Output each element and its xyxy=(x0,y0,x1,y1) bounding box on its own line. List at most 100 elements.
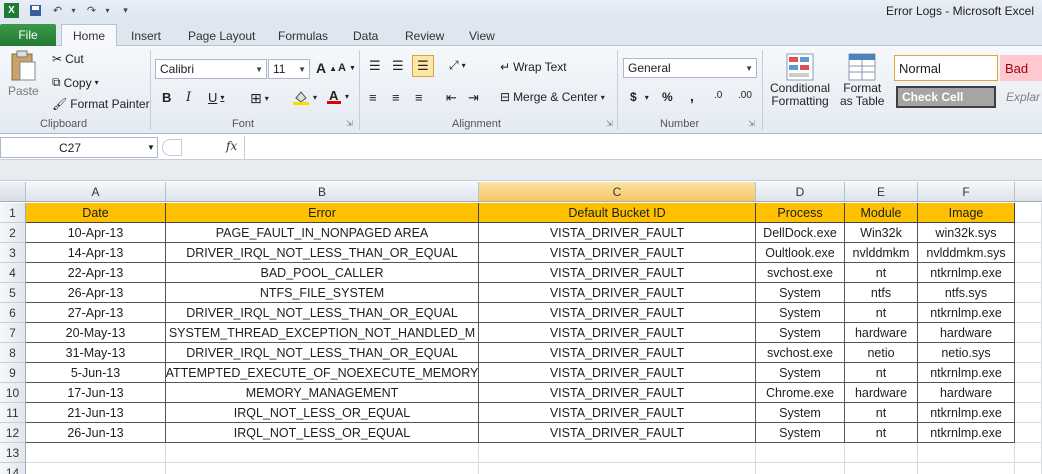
column-header-a[interactable]: A xyxy=(26,182,166,202)
empty-cell[interactable] xyxy=(166,463,479,474)
table-cell-error[interactable]: NTFS_FILE_SYSTEM xyxy=(166,283,479,303)
redo-dropdown-icon[interactable]: ▾ xyxy=(100,3,115,18)
row-header[interactable]: 10 xyxy=(0,383,26,403)
table-cell-module[interactable]: nvlddmkm xyxy=(845,243,918,263)
table-cell-image[interactable]: hardware xyxy=(918,383,1015,403)
undo-dropdown-icon[interactable]: ▾ xyxy=(66,3,81,18)
table-cell-module[interactable]: nt xyxy=(845,423,918,443)
empty-cell[interactable] xyxy=(1015,443,1042,463)
empty-cell[interactable] xyxy=(1015,303,1042,323)
table-cell-image[interactable]: ntkrnlmp.exe xyxy=(918,303,1015,323)
table-cell-image[interactable]: ntkrnlmp.exe xyxy=(918,403,1015,423)
table-cell-image[interactable]: nvlddmkm.sys xyxy=(918,243,1015,263)
table-cell-error[interactable]: ATTEMPTED_EXECUTE_OF_NOEXECUTE_MEMORY xyxy=(166,363,479,383)
table-cell-error[interactable]: MEMORY_MANAGEMENT xyxy=(166,383,479,403)
tab-data[interactable]: Data xyxy=(353,26,378,46)
column-header-d[interactable]: D xyxy=(756,182,845,202)
table-cell-date[interactable]: 27-Apr-13 xyxy=(26,303,166,323)
empty-cell[interactable] xyxy=(1015,263,1042,283)
table-cell-error[interactable]: IRQL_NOT_LESS_OR_EQUAL xyxy=(166,403,479,423)
formula-input[interactable] xyxy=(244,136,1042,159)
table-cell-process[interactable]: System xyxy=(756,303,845,323)
table-cell-module[interactable]: Win32k xyxy=(845,223,918,243)
table-cell-process[interactable]: System xyxy=(756,423,845,443)
align-left-button[interactable]: ≡ xyxy=(369,90,377,105)
name-box[interactable]: C27 ▼ xyxy=(0,137,158,158)
table-cell-process[interactable]: svchost.exe xyxy=(756,343,845,363)
comma-button[interactable]: , xyxy=(690,88,694,104)
style-normal[interactable]: Normal xyxy=(894,55,998,81)
insert-function-icon[interactable]: fx xyxy=(226,139,237,153)
table-cell-date[interactable]: 20-May-13 xyxy=(26,323,166,343)
table-cell-image[interactable]: hardware xyxy=(918,323,1015,343)
tab-home[interactable]: Home xyxy=(61,24,118,47)
paste-button[interactable]: Paste xyxy=(8,50,39,98)
table-cell-process[interactable]: System xyxy=(756,283,845,303)
table-cell-bucket[interactable]: VISTA_DRIVER_FAULT xyxy=(479,303,756,323)
table-header-cell-date[interactable]: Date xyxy=(26,203,166,223)
empty-cell[interactable] xyxy=(1015,423,1042,443)
row-header[interactable]: 13 xyxy=(0,443,26,463)
table-cell-process[interactable]: Chrome.exe xyxy=(756,383,845,403)
bold-button[interactable]: B xyxy=(162,90,171,105)
select-all-corner[interactable] xyxy=(0,182,26,202)
tab-page-layout[interactable]: Page Layout xyxy=(188,26,255,46)
empty-cell[interactable] xyxy=(1015,203,1042,223)
tab-formulas[interactable]: Formulas xyxy=(278,26,328,46)
table-cell-date[interactable]: 21-Jun-13 xyxy=(26,403,166,423)
row-header[interactable]: 8 xyxy=(0,343,26,363)
orientation-button[interactable]: ⤢ ▾ xyxy=(449,58,466,73)
row-header[interactable]: 7 xyxy=(0,323,26,343)
empty-cell[interactable] xyxy=(166,443,479,463)
table-cell-process[interactable]: Oultlook.exe xyxy=(756,243,845,263)
empty-cell[interactable] xyxy=(479,443,756,463)
tab-insert[interactable]: Insert xyxy=(131,26,161,46)
row-header[interactable]: 2 xyxy=(0,223,26,243)
table-cell-error[interactable]: DRIVER_IRQL_NOT_LESS_THAN_OR_EQUAL xyxy=(166,343,479,363)
align-bottom-button[interactable]: ☰ xyxy=(412,55,434,77)
table-cell-bucket[interactable]: VISTA_DRIVER_FAULT xyxy=(479,363,756,383)
table-cell-image[interactable]: netio.sys xyxy=(918,343,1015,363)
row-header[interactable]: 4 xyxy=(0,263,26,283)
format-painter-button[interactable]: 🖌 Format Painter xyxy=(52,97,150,111)
tab-review[interactable]: Review xyxy=(405,26,444,46)
empty-cell[interactable] xyxy=(1015,243,1042,263)
column-header-e[interactable]: E xyxy=(845,182,918,202)
alignment-dialog-launcher-icon[interactable]: ⇲ xyxy=(606,119,613,128)
row-header[interactable]: 11 xyxy=(0,403,26,423)
table-cell-bucket[interactable]: VISTA_DRIVER_FAULT xyxy=(479,423,756,443)
tab-view[interactable]: View xyxy=(469,26,495,46)
number-format-select[interactable]: General ▼ xyxy=(623,58,757,78)
empty-cell[interactable] xyxy=(1015,283,1042,303)
table-cell-date[interactable]: 22-Apr-13 xyxy=(26,263,166,283)
table-cell-date[interactable]: 26-Jun-13 xyxy=(26,423,166,443)
row-header[interactable]: 6 xyxy=(0,303,26,323)
conditional-formatting-button[interactable]: Conditional Formatting xyxy=(770,52,830,108)
redo-icon[interactable]: ↷ xyxy=(84,3,99,18)
table-cell-image[interactable]: ntkrnlmp.exe xyxy=(918,363,1015,383)
table-cell-module[interactable]: netio xyxy=(845,343,918,363)
table-header-cell-module[interactable]: Module xyxy=(845,203,918,223)
wrap-text-button[interactable]: ↵ Wrap Text xyxy=(500,60,567,74)
customize-qat-icon[interactable]: ▾ xyxy=(118,3,133,18)
increase-indent-button[interactable]: ⇥ xyxy=(468,90,479,106)
row-header[interactable]: 12 xyxy=(0,423,26,443)
empty-cell[interactable] xyxy=(1015,383,1042,403)
empty-cell[interactable] xyxy=(845,443,918,463)
empty-cell[interactable] xyxy=(1015,363,1042,383)
table-cell-process[interactable]: System xyxy=(756,403,845,423)
table-cell-date[interactable]: 31-May-13 xyxy=(26,343,166,363)
underline-button[interactable]: U ▾ xyxy=(208,90,224,105)
table-cell-date[interactable]: 10-Apr-13 xyxy=(26,223,166,243)
table-cell-process[interactable]: svchost.exe xyxy=(756,263,845,283)
row-header[interactable]: 9 xyxy=(0,363,26,383)
table-cell-process[interactable]: System xyxy=(756,363,845,383)
font-dialog-launcher-icon[interactable]: ⇲ xyxy=(346,119,353,128)
fill-color-button[interactable]: ▾ xyxy=(292,89,317,105)
empty-cell[interactable] xyxy=(1015,343,1042,363)
table-cell-bucket[interactable]: VISTA_DRIVER_FAULT xyxy=(479,403,756,423)
table-cell-bucket[interactable]: VISTA_DRIVER_FAULT xyxy=(479,223,756,243)
table-cell-image[interactable]: ntfs.sys xyxy=(918,283,1015,303)
save-icon[interactable] xyxy=(28,3,43,18)
copy-button[interactable]: ⧉ Copy ▾ xyxy=(52,75,99,90)
